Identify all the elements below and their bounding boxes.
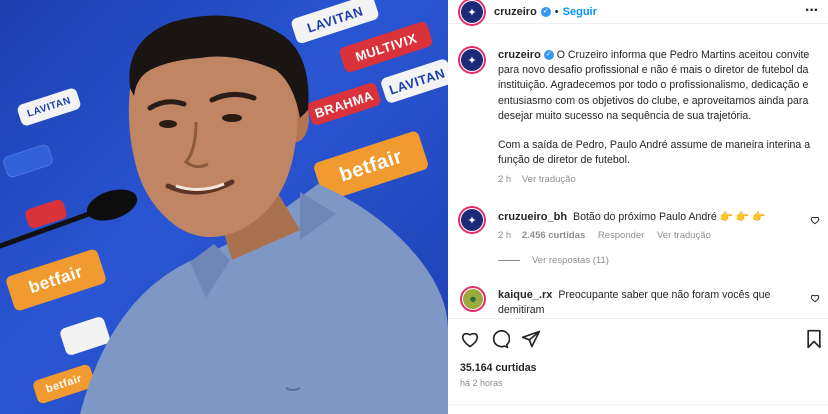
comment-icon[interactable] [490,329,510,349]
caption-paragraph-2: Com a saída de Pedro, Paulo André assume… [498,139,811,167]
comment-line: kaique_.rx Preocupante saber que não for… [498,288,798,318]
verified-icon: ✓ [543,50,554,61]
comment: cruzueiro_bh Botão do próximo Paulo Andr… [498,210,798,266]
heart-icon[interactable] [810,293,820,303]
comment-translate-link[interactable]: Ver tradução [657,230,711,241]
comment-username[interactable]: cruzueiro_bh [498,211,567,223]
comment: kaique_.rx Preocupante saber que não for… [498,288,798,318]
post-photo[interactable]: LAVITAN MULTIVIX LAVITAN BRAHMA betfair … [0,0,448,414]
comment-username[interactable]: kaique_.rx [498,289,552,301]
post-header: ✦ cruzeiro ✓ • Seguir ··· [448,0,828,26]
replies-divider [498,260,520,262]
caption-paragraph: cruzeiro ✓ O Cruzeiro informa que Pedro … [498,48,818,124]
bookmark-icon[interactable] [804,329,824,349]
comment-time: 2 h [498,230,512,242]
user-avatar-icon: ☻ [463,289,483,309]
caption-author-avatar[interactable]: ✦ [458,46,486,74]
likes-count[interactable]: 35.164 curtidas [460,362,537,374]
cruzeiro-crest-icon: ✦ [461,1,483,23]
share-icon[interactable] [521,329,541,349]
comment-likes[interactable]: 2.456 curtidas [522,230,585,241]
speaker-photo [0,15,448,414]
caption-time: 2 h [498,174,512,186]
heart-icon[interactable] [810,215,820,225]
caption-translate-link[interactable]: Ver tradução [522,174,576,185]
comment-meta: 2 h 2.456 curtidas Responder Ver traduçã… [498,230,798,241]
caption-text: O Cruzeiro informa que Pedro Martins ace… [498,49,810,122]
cruzeiro-crest-icon: ✦ [461,209,483,231]
like-heart-icon[interactable] [460,329,480,349]
verified-icon: ✓ [540,7,551,17]
action-bar [448,318,828,360]
view-replies[interactable]: Ver respostas (11) [498,255,798,266]
follow-button[interactable]: Seguir [563,6,597,18]
cruzeiro-crest-icon: ✦ [461,49,483,71]
separator-dot: • [554,6,559,18]
reply-link[interactable]: Responder [598,230,644,241]
instagram-post-panel: ✦ cruzeiro ✓ • Seguir ··· ✦ cruzeiro ✓ O… [448,0,828,414]
comment-line: cruzueiro_bh Botão do próximo Paulo Andr… [498,210,798,225]
caption: cruzeiro ✓ O Cruzeiro informa que Pedro … [498,48,818,185]
post-time: há 2 horas [460,378,503,388]
comment-text: Botão do próximo Paulo André 👉 👉 👉 [573,211,766,223]
comment-box-divider [448,404,828,405]
view-replies-label[interactable]: Ver respostas (11) [532,255,609,266]
caption-meta: 2 h Ver tradução [498,174,818,185]
author-avatar[interactable]: ✦ [458,0,486,26]
more-icon[interactable]: ··· [805,2,819,20]
comment-avatar[interactable]: ✦ [458,206,486,234]
caption-username[interactable]: cruzeiro [498,49,541,61]
comment-avatar[interactable]: ☻ [460,286,486,312]
author-username[interactable]: cruzeiro [494,6,537,18]
